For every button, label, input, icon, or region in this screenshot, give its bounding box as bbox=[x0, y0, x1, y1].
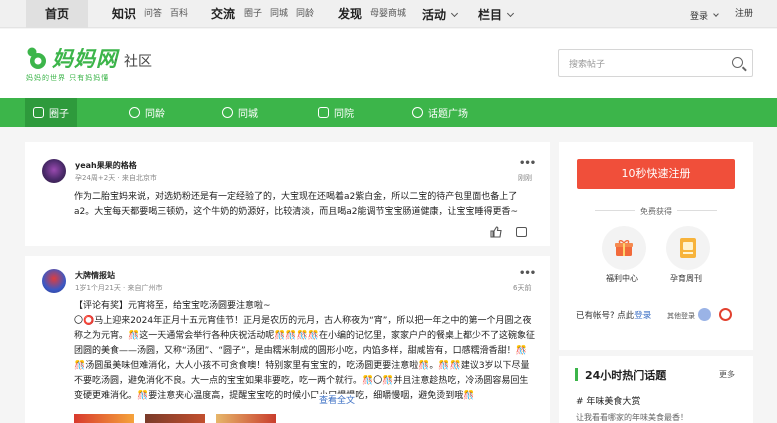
nav-baike[interactable]: 百科 bbox=[170, 0, 188, 28]
community-subnav: 圈子 同龄 同城 同院 话题广场 bbox=[0, 98, 777, 127]
nav-wenda[interactable]: 问答 bbox=[144, 0, 162, 28]
free-get-label: 免费获得 bbox=[640, 207, 672, 216]
weibo-login-icon[interactable] bbox=[719, 308, 732, 321]
magazine-icon bbox=[680, 238, 696, 258]
tab-label: 同城 bbox=[238, 109, 258, 120]
location-icon bbox=[222, 107, 233, 118]
tab-tongcheng[interactable]: 同城 bbox=[222, 98, 258, 127]
tab-tongyuan[interactable]: 同院 bbox=[318, 98, 354, 127]
logo-tagline: 妈妈的世界 只有妈妈懂 bbox=[26, 74, 110, 82]
login-link: 登录 bbox=[690, 12, 709, 22]
post-content[interactable]: 【评论有奖】元宵将至，给宝宝吃汤圆要注意啦~ 〇⭕马上迎来2024年正月十五元宵… bbox=[74, 299, 536, 407]
more-options-icon[interactable]: ••• bbox=[519, 268, 536, 279]
hot-topic-desc[interactable]: 让我看看哪家的年味美食最香！ bbox=[576, 412, 688, 423]
post-meta: 孕24周+2天 · 来自北京市 bbox=[75, 174, 157, 182]
post-meta: 1岁1个月21天 · 来自广州市 bbox=[75, 284, 163, 292]
quick-register-button[interactable]: 10秒快速注册 bbox=[577, 159, 735, 189]
post-author[interactable]: 大牌情报站 bbox=[75, 270, 115, 281]
search-box[interactable]: 搜索帖子 bbox=[558, 49, 753, 77]
hot-topics-title: 24小时热门话题 bbox=[585, 369, 667, 382]
nav-column-dropdown[interactable]: 栏目 bbox=[478, 0, 515, 28]
weekly-magazine-button[interactable] bbox=[666, 226, 710, 270]
chevron-down-icon bbox=[713, 11, 719, 17]
post-content[interactable]: 作为二胎宝妈来说，对选奶粉还是有一定经验了的，大宝现在还喝着a2紫白金，所以二宝… bbox=[74, 190, 534, 220]
site-header: 妈妈网 妈妈的世界 只有妈妈懂 · 社区 搜索帖子 bbox=[0, 29, 777, 98]
logo-title[interactable]: 妈妈网 bbox=[52, 43, 118, 73]
hospital-icon bbox=[318, 107, 329, 118]
nav-home[interactable]: 首页 bbox=[26, 0, 88, 28]
tab-label: 同龄 bbox=[145, 109, 165, 120]
tab-topic-square[interactable]: 话题广场 bbox=[412, 98, 468, 127]
nav-column-label: 栏目 bbox=[478, 8, 503, 22]
tab-quanzi[interactable]: 圈子 bbox=[25, 98, 77, 127]
welfare-center-button[interactable] bbox=[602, 226, 646, 270]
chevron-down-icon bbox=[506, 9, 515, 18]
nav-activity-dropdown[interactable]: 活动 bbox=[422, 0, 459, 28]
mamawang-logo-icon bbox=[27, 47, 46, 69]
avatar[interactable] bbox=[42, 269, 66, 293]
weekly-magazine-label[interactable]: 孕育周刊 bbox=[670, 273, 702, 284]
tab-label: 话题广场 bbox=[428, 109, 468, 120]
nav-activity-label: 活动 bbox=[422, 8, 447, 22]
view-all-link[interactable]: 查看全文 bbox=[316, 394, 356, 409]
qq-login-icon[interactable] bbox=[698, 308, 711, 321]
search-icon[interactable] bbox=[732, 57, 743, 68]
section-accent-bar bbox=[575, 368, 578, 381]
search-input[interactable]: 搜索帖子 bbox=[569, 57, 605, 70]
tab-label: 同院 bbox=[334, 109, 354, 120]
nav-knowledge[interactable]: 知识 bbox=[112, 0, 136, 28]
tab-label: 圈子 bbox=[49, 109, 69, 120]
nav-exchange[interactable]: 交流 bbox=[211, 0, 235, 28]
avatar[interactable] bbox=[42, 159, 66, 183]
register-panel: 10秒快速注册 免费获得 福利中心 孕育周刊 已有帐号? 点此登录 其他登录 bbox=[559, 142, 753, 350]
other-login-label: 其他登录 bbox=[667, 312, 695, 320]
nav-discover[interactable]: 发现 bbox=[338, 0, 362, 28]
chevron-down-icon bbox=[450, 9, 459, 18]
more-topics-link[interactable]: 更多 bbox=[719, 369, 735, 380]
thumbs-up-icon[interactable] bbox=[490, 226, 502, 238]
welfare-center-label[interactable]: 福利中心 bbox=[606, 273, 638, 284]
post-time: 6天前 bbox=[513, 284, 532, 292]
nav-mall[interactable]: 母婴商城 bbox=[370, 0, 406, 28]
post-image[interactable] bbox=[74, 414, 134, 423]
nav-quanzi[interactable]: 圈子 bbox=[244, 0, 262, 28]
hot-topic-item[interactable]: # 年味美食大赏 bbox=[576, 394, 640, 407]
hashtag-icon bbox=[412, 107, 423, 118]
nav-tongling[interactable]: 同龄 bbox=[296, 0, 314, 28]
login-dropdown[interactable]: 登录 bbox=[690, 0, 719, 28]
post-card[interactable]: yeah果果的格格 孕24周+2天 · 来自北京市 ••• 刚刚 作为二胎宝妈来… bbox=[25, 142, 550, 246]
hot-topics-panel: 24小时热门话题 更多 # 年味美食大赏 让我看看哪家的年味美食最香！ bbox=[559, 356, 753, 423]
tab-tongling[interactable]: 同龄 bbox=[129, 98, 165, 127]
people-icon bbox=[129, 107, 140, 118]
gift-icon bbox=[615, 240, 633, 256]
post-author[interactable]: yeah果果的格格 bbox=[75, 160, 137, 171]
post-image[interactable] bbox=[216, 414, 276, 423]
post-card[interactable]: 大牌情报站 1岁1个月21天 · 来自广州市 ••• 6天前 【评论有奖】元宵将… bbox=[25, 256, 550, 423]
comment-icon[interactable] bbox=[516, 227, 527, 237]
top-nav-bar: 首页 知识 问答 百科 交流 圈子 同城 同龄 发现 母婴商城 活动 栏目 登录… bbox=[0, 0, 777, 28]
chat-bubble-icon bbox=[33, 107, 44, 118]
have-account-label: 已有帐号? 点此 bbox=[576, 311, 635, 321]
login-link[interactable]: 登录 bbox=[634, 311, 651, 321]
post-time: 刚刚 bbox=[518, 174, 532, 182]
have-account-text: 已有帐号? 点此登录 bbox=[576, 309, 651, 321]
more-options-icon[interactable]: ••• bbox=[519, 158, 536, 169]
logo-separator: · bbox=[114, 53, 118, 67]
post-image[interactable] bbox=[145, 414, 205, 423]
register-link[interactable]: 注册 bbox=[735, 0, 753, 28]
nav-tongcheng[interactable]: 同城 bbox=[270, 0, 288, 28]
section-title: 社区 bbox=[124, 54, 152, 70]
